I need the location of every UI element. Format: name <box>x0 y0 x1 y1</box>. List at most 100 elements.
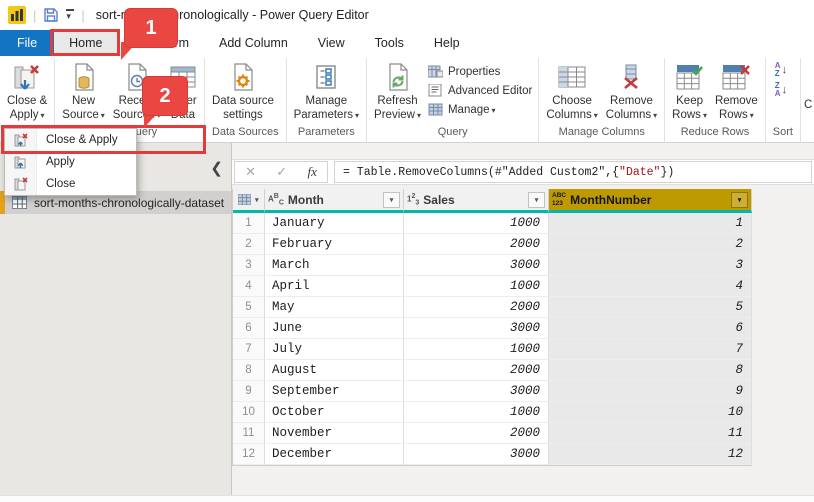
month-cell[interactable]: September <box>265 381 404 402</box>
filter-dropdown-button[interactable]: ▾ <box>731 192 748 208</box>
monthnumber-cell[interactable]: 11 <box>549 423 752 444</box>
manage-button[interactable]: Manage▾ <box>425 100 535 119</box>
table-row[interactable]: 1 January 1000 1 <box>233 213 751 234</box>
row-number-cell: 8 <box>233 360 265 381</box>
query-name: sort-months-chronologically-dataset <box>34 196 224 210</box>
data-source-settings-icon <box>230 59 256 95</box>
table-row[interactable]: 11 November 2000 11 <box>233 423 751 444</box>
month-cell[interactable]: January <box>265 213 404 234</box>
table-menu-icon <box>238 194 251 205</box>
group-label-query: Query <box>370 126 535 142</box>
sales-cell[interactable]: 2000 <box>404 360 549 381</box>
filter-dropdown-button[interactable]: ▾ <box>383 192 400 208</box>
month-cell[interactable]: August <box>265 360 404 381</box>
table-row[interactable]: 3 March 3000 3 <box>233 255 751 276</box>
month-cell[interactable]: April <box>265 276 404 297</box>
formula-buttons: ✕ ✓ fx <box>234 161 328 183</box>
properties-button[interactable]: Properties <box>425 62 535 81</box>
table-row[interactable]: 2 February 2000 2 <box>233 234 751 255</box>
manage-parameters-icon <box>313 59 339 95</box>
tab-tools[interactable]: Tools <box>360 30 419 56</box>
customize-toolbar-caret-icon[interactable]: ▾ <box>66 9 74 21</box>
month-cell[interactable]: June <box>265 318 404 339</box>
monthnumber-cell[interactable]: 4 <box>549 276 752 297</box>
advanced-editor-button[interactable]: Advanced Editor <box>425 81 535 100</box>
month-cell[interactable]: November <box>265 423 404 444</box>
month-cell[interactable]: December <box>265 444 404 465</box>
table-row[interactable]: 7 July 1000 7 <box>233 339 751 360</box>
monthnumber-cell[interactable]: 7 <box>549 339 752 360</box>
remove-columns-button[interactable]: Remove Columns▾ <box>602 58 661 123</box>
table-row[interactable]: 4 April 1000 4 <box>233 276 751 297</box>
cancel-formula-icon[interactable]: ✕ <box>245 164 256 180</box>
keep-rows-button[interactable]: Keep Rows▾ <box>668 58 711 123</box>
sales-cell[interactable]: 3000 <box>404 255 549 276</box>
save-icon[interactable] <box>43 7 59 23</box>
monthnumber-cell[interactable]: 12 <box>549 444 752 465</box>
sales-cell[interactable]: 2000 <box>404 297 549 318</box>
close-and-apply-button[interactable]: Close & Apply▾ <box>3 58 51 123</box>
refresh-preview-button[interactable]: Refresh Preview▾ <box>370 58 425 123</box>
month-cell[interactable]: May <box>265 297 404 318</box>
column-header-monthnumber[interactable]: ABC123 MonthNumber ▾ <box>549 189 752 213</box>
monthnumber-cell[interactable]: 1 <box>549 213 752 234</box>
sales-cell[interactable]: 3000 <box>404 318 549 339</box>
text-type-icon: ABC <box>268 193 284 206</box>
sales-cell[interactable]: 1000 <box>404 402 549 423</box>
sales-cell[interactable]: 3000 <box>404 444 549 465</box>
fx-icon[interactable]: fx <box>307 164 316 180</box>
grid-corner-cell[interactable]: ▾ <box>233 189 265 213</box>
sales-cell[interactable]: 2000 <box>404 423 549 444</box>
month-cell[interactable]: July <box>265 339 404 360</box>
sales-cell[interactable]: 2000 <box>404 234 549 255</box>
number-type-icon: 123 <box>407 193 419 206</box>
tab-help[interactable]: Help <box>419 30 475 56</box>
tab-add-column[interactable]: Add Column <box>204 30 303 56</box>
collapse-pane-icon[interactable]: ❮ <box>210 159 223 177</box>
data-source-settings-button[interactable]: Data source settings <box>208 58 278 123</box>
refresh-preview-icon <box>385 59 411 95</box>
column-header-month[interactable]: ABC Month ▾ <box>265 189 404 213</box>
monthnumber-cell[interactable]: 3 <box>549 255 752 276</box>
month-cell[interactable]: February <box>265 234 404 255</box>
month-cell[interactable]: March <box>265 255 404 276</box>
table-row[interactable]: 10 October 1000 10 <box>233 402 751 423</box>
sales-cell[interactable]: 1000 <box>404 213 549 234</box>
choose-columns-button[interactable]: Choose Columns▾ <box>542 58 601 123</box>
work-area: ✕ ✓ fx = Table.RemoveColumns(#"Added Cus… <box>232 143 814 502</box>
table-row[interactable]: 8 August 2000 8 <box>233 360 751 381</box>
monthnumber-cell[interactable]: 9 <box>549 381 752 402</box>
menu-item-close[interactable]: Close <box>5 173 136 195</box>
column-header-sales[interactable]: 123 Sales ▾ <box>404 189 549 213</box>
monthnumber-cell[interactable]: 2 <box>549 234 752 255</box>
sort-descending-button[interactable]: ZA ↓ <box>775 82 787 98</box>
sales-cell[interactable]: 1000 <box>404 339 549 360</box>
query-table-icon <box>12 196 27 209</box>
filter-dropdown-button[interactable]: ▾ <box>528 192 545 208</box>
tab-home[interactable]: Home <box>54 30 117 56</box>
menu-item-close-and-apply[interactable]: Close & Apply <box>5 129 136 151</box>
table-row[interactable]: 9 September 3000 9 <box>233 381 751 402</box>
monthnumber-cell[interactable]: 6 <box>549 318 752 339</box>
ribbon-group-manage-columns: Choose Columns▾ Remove Columns▾ Manage C… <box>539 58 665 142</box>
month-cell[interactable]: October <box>265 402 404 423</box>
monthnumber-cell[interactable]: 5 <box>549 297 752 318</box>
monthnumber-cell[interactable]: 10 <box>549 402 752 423</box>
formula-input[interactable]: = Table.RemoveColumns(#"Added Custom2",{… <box>334 161 812 183</box>
sales-cell[interactable]: 1000 <box>404 276 549 297</box>
annotation-badge-1: 1 <box>124 8 178 48</box>
tab-file[interactable]: File <box>0 30 54 56</box>
table-row[interactable]: 6 June 3000 6 <box>233 318 751 339</box>
manage-parameters-button[interactable]: Manage Parameters▾ <box>290 58 363 123</box>
table-row[interactable]: 5 May 2000 5 <box>233 297 751 318</box>
sort-ascending-icon: ↓ <box>782 65 788 76</box>
remove-rows-button[interactable]: Remove Rows▾ <box>711 58 762 123</box>
sales-cell[interactable]: 3000 <box>404 381 549 402</box>
new-source-button[interactable]: New Source▾ <box>58 58 108 123</box>
menu-item-apply[interactable]: Apply <box>5 151 136 173</box>
table-row[interactable]: 12 December 3000 12 <box>233 444 751 465</box>
sort-ascending-button[interactable]: AZ ↓ <box>775 62 787 78</box>
tab-view[interactable]: View <box>303 30 360 56</box>
monthnumber-cell[interactable]: 8 <box>549 360 752 381</box>
confirm-formula-icon[interactable]: ✓ <box>276 164 287 180</box>
